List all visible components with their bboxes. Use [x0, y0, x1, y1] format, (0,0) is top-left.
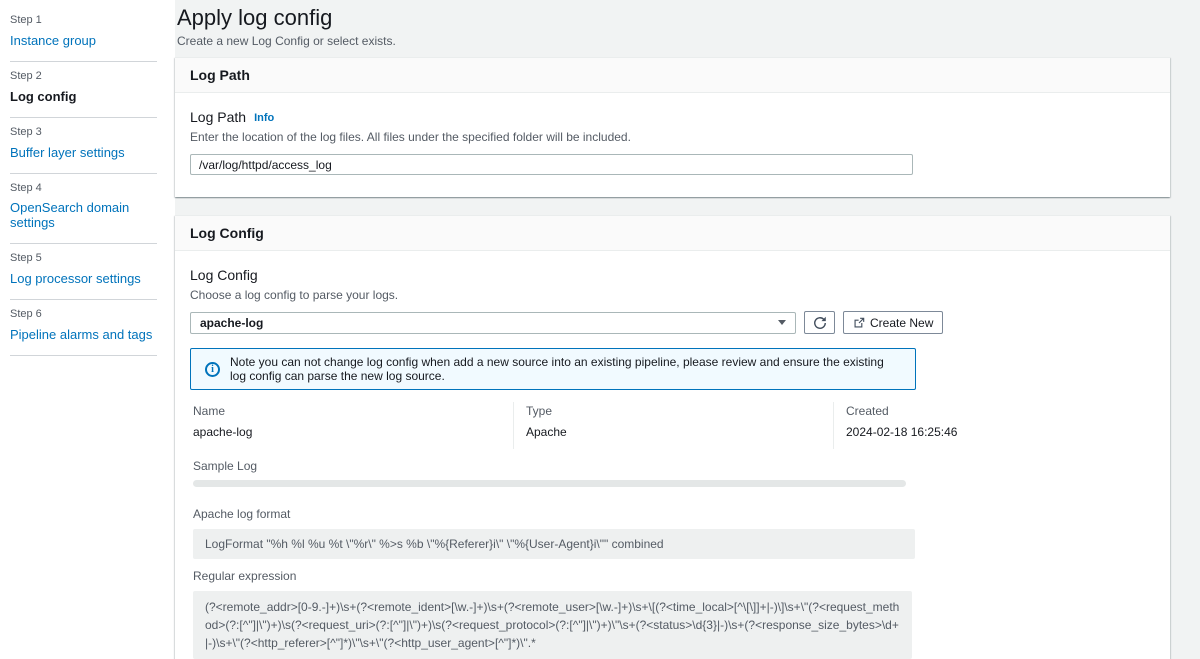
log-config-card-header: Log Config — [175, 216, 1170, 251]
log-config-controls: apache-log Create New — [190, 311, 1155, 334]
log-config-select[interactable]: apache-log — [190, 311, 796, 334]
log-path-description: Enter the location of the log files. All… — [190, 130, 631, 144]
step-number: Step 2 — [10, 70, 42, 82]
type-value: Apache — [526, 425, 567, 439]
log-config-label: Log Config — [190, 267, 258, 283]
detail-col-created: Created 2024-02-18 16:25:46 — [833, 402, 1153, 449]
sidebar-step-4: Step 4 OpenSearch domain settings — [10, 174, 175, 243]
main-content: Apply log config Create a new Log Config… — [175, 0, 1200, 659]
log-path-card: Log Path Log Path Info Enter the location… — [175, 57, 1170, 197]
info-icon: i — [205, 361, 220, 377]
create-new-label: Create New — [870, 315, 934, 330]
sidebar-divider — [10, 355, 157, 356]
page-title: Apply log config — [177, 5, 333, 30]
name-label: Name — [193, 404, 226, 418]
detail-col-name: Name apache-log — [193, 402, 513, 449]
sidebar-item-instance-group[interactable]: Instance group — [10, 33, 96, 48]
name-value: apache-log — [193, 425, 253, 439]
step-number: Step 1 — [10, 14, 42, 26]
page: Step 1 Instance group Step 2 Log config … — [0, 0, 1200, 659]
sample-log-label: Sample Log — [193, 459, 258, 473]
sidebar-step-2: Step 2 Log config — [10, 62, 175, 117]
step-number: Step 6 — [10, 308, 42, 320]
sidebar-step-1: Step 1 Instance group — [10, 6, 175, 61]
info-alert-text: Note you can not change log config when … — [230, 355, 884, 383]
log-config-select-value: apache-log — [200, 315, 264, 330]
refresh-icon — [813, 316, 827, 330]
apache-log-format-label: Apache log format — [193, 507, 291, 521]
sidebar-step-3: Step 3 Buffer layer settings — [10, 118, 175, 173]
sidebar-item-buffer-layer-settings[interactable]: Buffer layer settings — [10, 145, 125, 160]
log-config-details: Name apache-log Type Apache Created 2024… — [193, 402, 1155, 659]
log-path-info-link[interactable]: Info — [254, 112, 274, 124]
step-number: Step 5 — [10, 252, 42, 264]
detail-col-type: Type Apache — [513, 402, 833, 449]
log-path-label: Log Path — [190, 109, 247, 125]
step-number: Step 4 — [10, 182, 42, 194]
sidebar-item-log-processor-settings[interactable]: Log processor settings — [10, 271, 141, 286]
create-new-button[interactable]: Create New — [843, 311, 944, 334]
detail-columns: Name apache-log Type Apache Created 2024… — [193, 402, 1153, 449]
sidebar-item-log-config[interactable]: Log config — [10, 89, 76, 104]
wizard-sidebar: Step 1 Instance group Step 2 Log config … — [0, 0, 175, 659]
sidebar-item-pipeline-alarms-and-tags[interactable]: Pipeline alarms and tags — [10, 327, 152, 342]
sidebar-step-6: Step 6 Pipeline alarms and tags — [10, 300, 175, 355]
step-number: Step 3 — [10, 126, 42, 138]
log-config-card-body: Log Config Choose a log config to parse … — [175, 251, 1170, 659]
regular-expression-value: (?<remote_addr>[0-9.-]+)\s+(?<remote_ide… — [193, 591, 912, 659]
page-subtitle: Create a new Log Config or select exists… — [177, 34, 396, 48]
type-label: Type — [526, 404, 553, 418]
log-config-card: Log Config Log Config Choose a log confi… — [175, 215, 1170, 659]
log-path-card-body: Log Path Info Enter the location of the l… — [175, 93, 1170, 197]
created-label: Created — [846, 404, 889, 418]
log-path-input[interactable] — [190, 154, 913, 175]
sidebar-item-opensearch-domain-settings[interactable]: OpenSearch domain settings — [10, 200, 175, 230]
sample-log-bar — [193, 480, 906, 487]
log-config-description: Choose a log config to parse your logs. — [190, 288, 399, 302]
chevron-down-icon — [778, 320, 786, 325]
refresh-button[interactable] — [804, 311, 835, 334]
sidebar-step-5: Step 5 Log processor settings — [10, 244, 175, 299]
regular-expression-label: Regular expression — [193, 569, 297, 583]
created-value: 2024-02-18 16:25:46 — [846, 425, 958, 439]
log-path-card-header: Log Path — [175, 58, 1170, 93]
apache-log-format-value: LogFormat "%h %l %u %t \"%r\" %>s %b \"%… — [193, 529, 915, 559]
info-alert: i Note you can not change log config whe… — [190, 348, 916, 390]
external-link-icon — [853, 317, 865, 329]
